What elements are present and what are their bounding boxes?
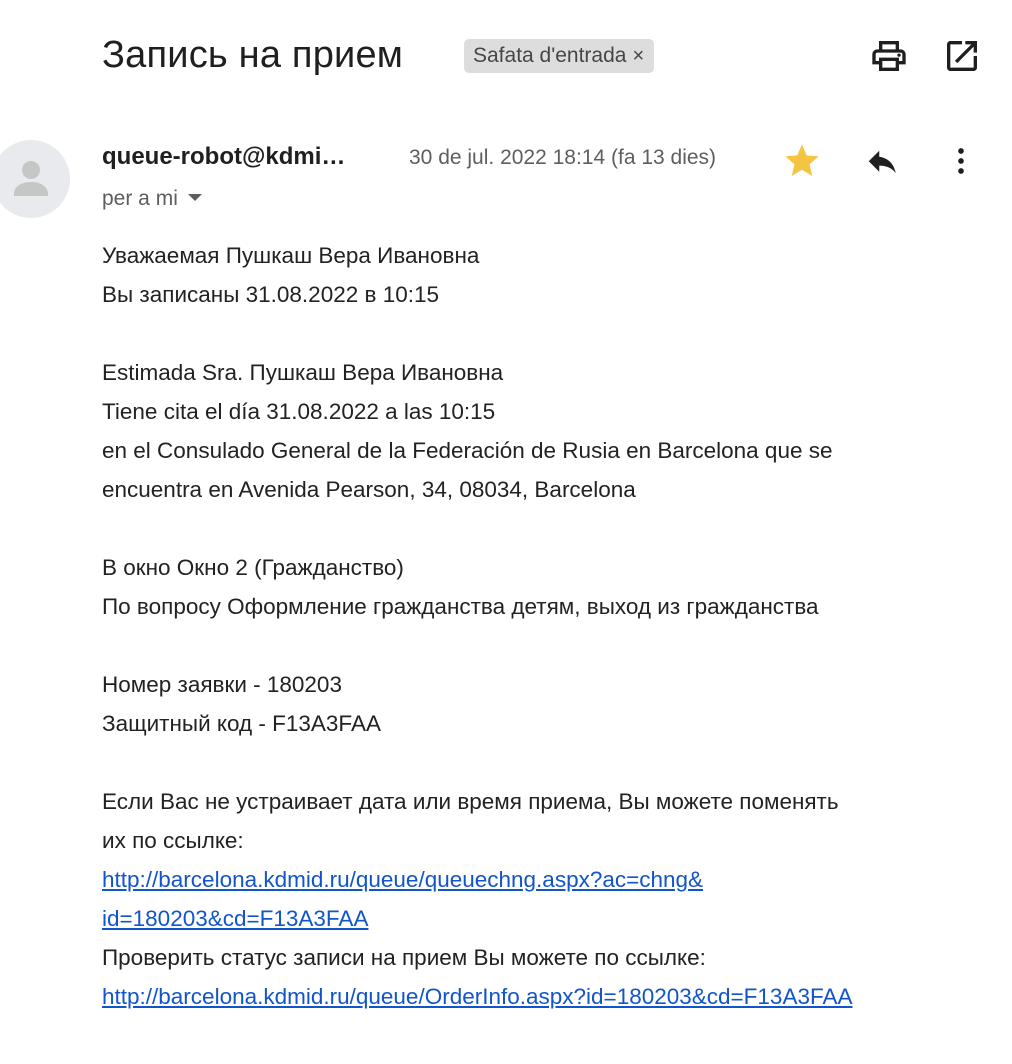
star-button[interactable] [782, 141, 822, 181]
change-link-line-1: http://barcelona.kdmid.ru/queue/queuechn… [102, 860, 992, 899]
service-topic: По вопросу Оформление гражданства детям,… [102, 594, 819, 619]
ru-booking-time: Вы записаны 31.08.2022 в 10:15 [102, 282, 439, 307]
sender-avatar[interactable] [0, 140, 70, 218]
change-appointment-link[interactable]: http://barcelona.kdmid.ru/queue/queuechn… [102, 867, 703, 892]
recipient-details-toggle[interactable]: per a mi [102, 187, 202, 211]
status-link-line: http://barcelona.kdmid.ru/queue/OrderInf… [102, 977, 992, 1016]
remove-label-icon[interactable]: × [632, 39, 644, 73]
change-instructions-line-1: Если Вас не устраивает дата или время пр… [102, 789, 839, 814]
star-icon [785, 144, 819, 176]
check-status-link[interactable]: http://barcelona.kdmid.ru/queue/OrderInf… [102, 984, 853, 1009]
print-button[interactable] [869, 36, 909, 76]
print-icon [872, 41, 906, 71]
security-code: Защитный код - F13A3FAA [102, 711, 381, 736]
application-number: Номер заявки - 180203 [102, 672, 342, 697]
open-in-new-window-icon [947, 41, 977, 71]
service-window: В окно Окно 2 (Гражданство) [102, 555, 404, 580]
es-booking-time: Tiene cita el día 31.08.2022 a las 10:15 [102, 399, 496, 424]
es-greeting: Estimada Sra. Пушкаш Вера Ивановна [102, 360, 504, 385]
change-instructions-line-2: их по ссылке: [102, 828, 244, 853]
label-chip-text: Safata d'entrada [473, 44, 627, 67]
ru-greeting: Уважаемая Пушкаш Вера Ивановна [102, 243, 480, 268]
reply-button[interactable] [862, 141, 902, 181]
change-appointment-link-continued[interactable]: id=180203&cd=F13A3FAA [102, 906, 368, 931]
es-location-line-2: encuentra en Avenida Pearson, 34, 08034,… [102, 477, 636, 502]
reply-icon [868, 150, 896, 174]
sender-name[interactable]: queue-robot@kdmi… [102, 143, 345, 171]
es-location-line-1: en el Consulado General de la Federación… [102, 438, 833, 463]
inbox-label-chip[interactable]: Safata d'entrada × [464, 39, 655, 73]
person-icon [14, 161, 48, 196]
change-link-line-2: id=180203&cd=F13A3FAA [102, 899, 992, 938]
subject-row: Запись на прием Safata d'entrada × [102, 30, 982, 86]
message-body: Уважаемая Пушкаш Вера Ивановна Вы записа… [102, 236, 992, 1016]
chevron-down-icon [187, 193, 202, 201]
message-date: 30 de jul. 2022 18:14 (fa 13 dies) [409, 146, 717, 169]
open-in-new-window-button[interactable] [942, 36, 982, 76]
recipient-label: per a mi [102, 187, 178, 210]
email-subject: Запись на прием [102, 34, 404, 76]
more-vert-icon [958, 148, 964, 174]
status-instructions: Проверить статус записи на прием Вы може… [102, 945, 706, 970]
more-options-button[interactable] [941, 141, 981, 181]
